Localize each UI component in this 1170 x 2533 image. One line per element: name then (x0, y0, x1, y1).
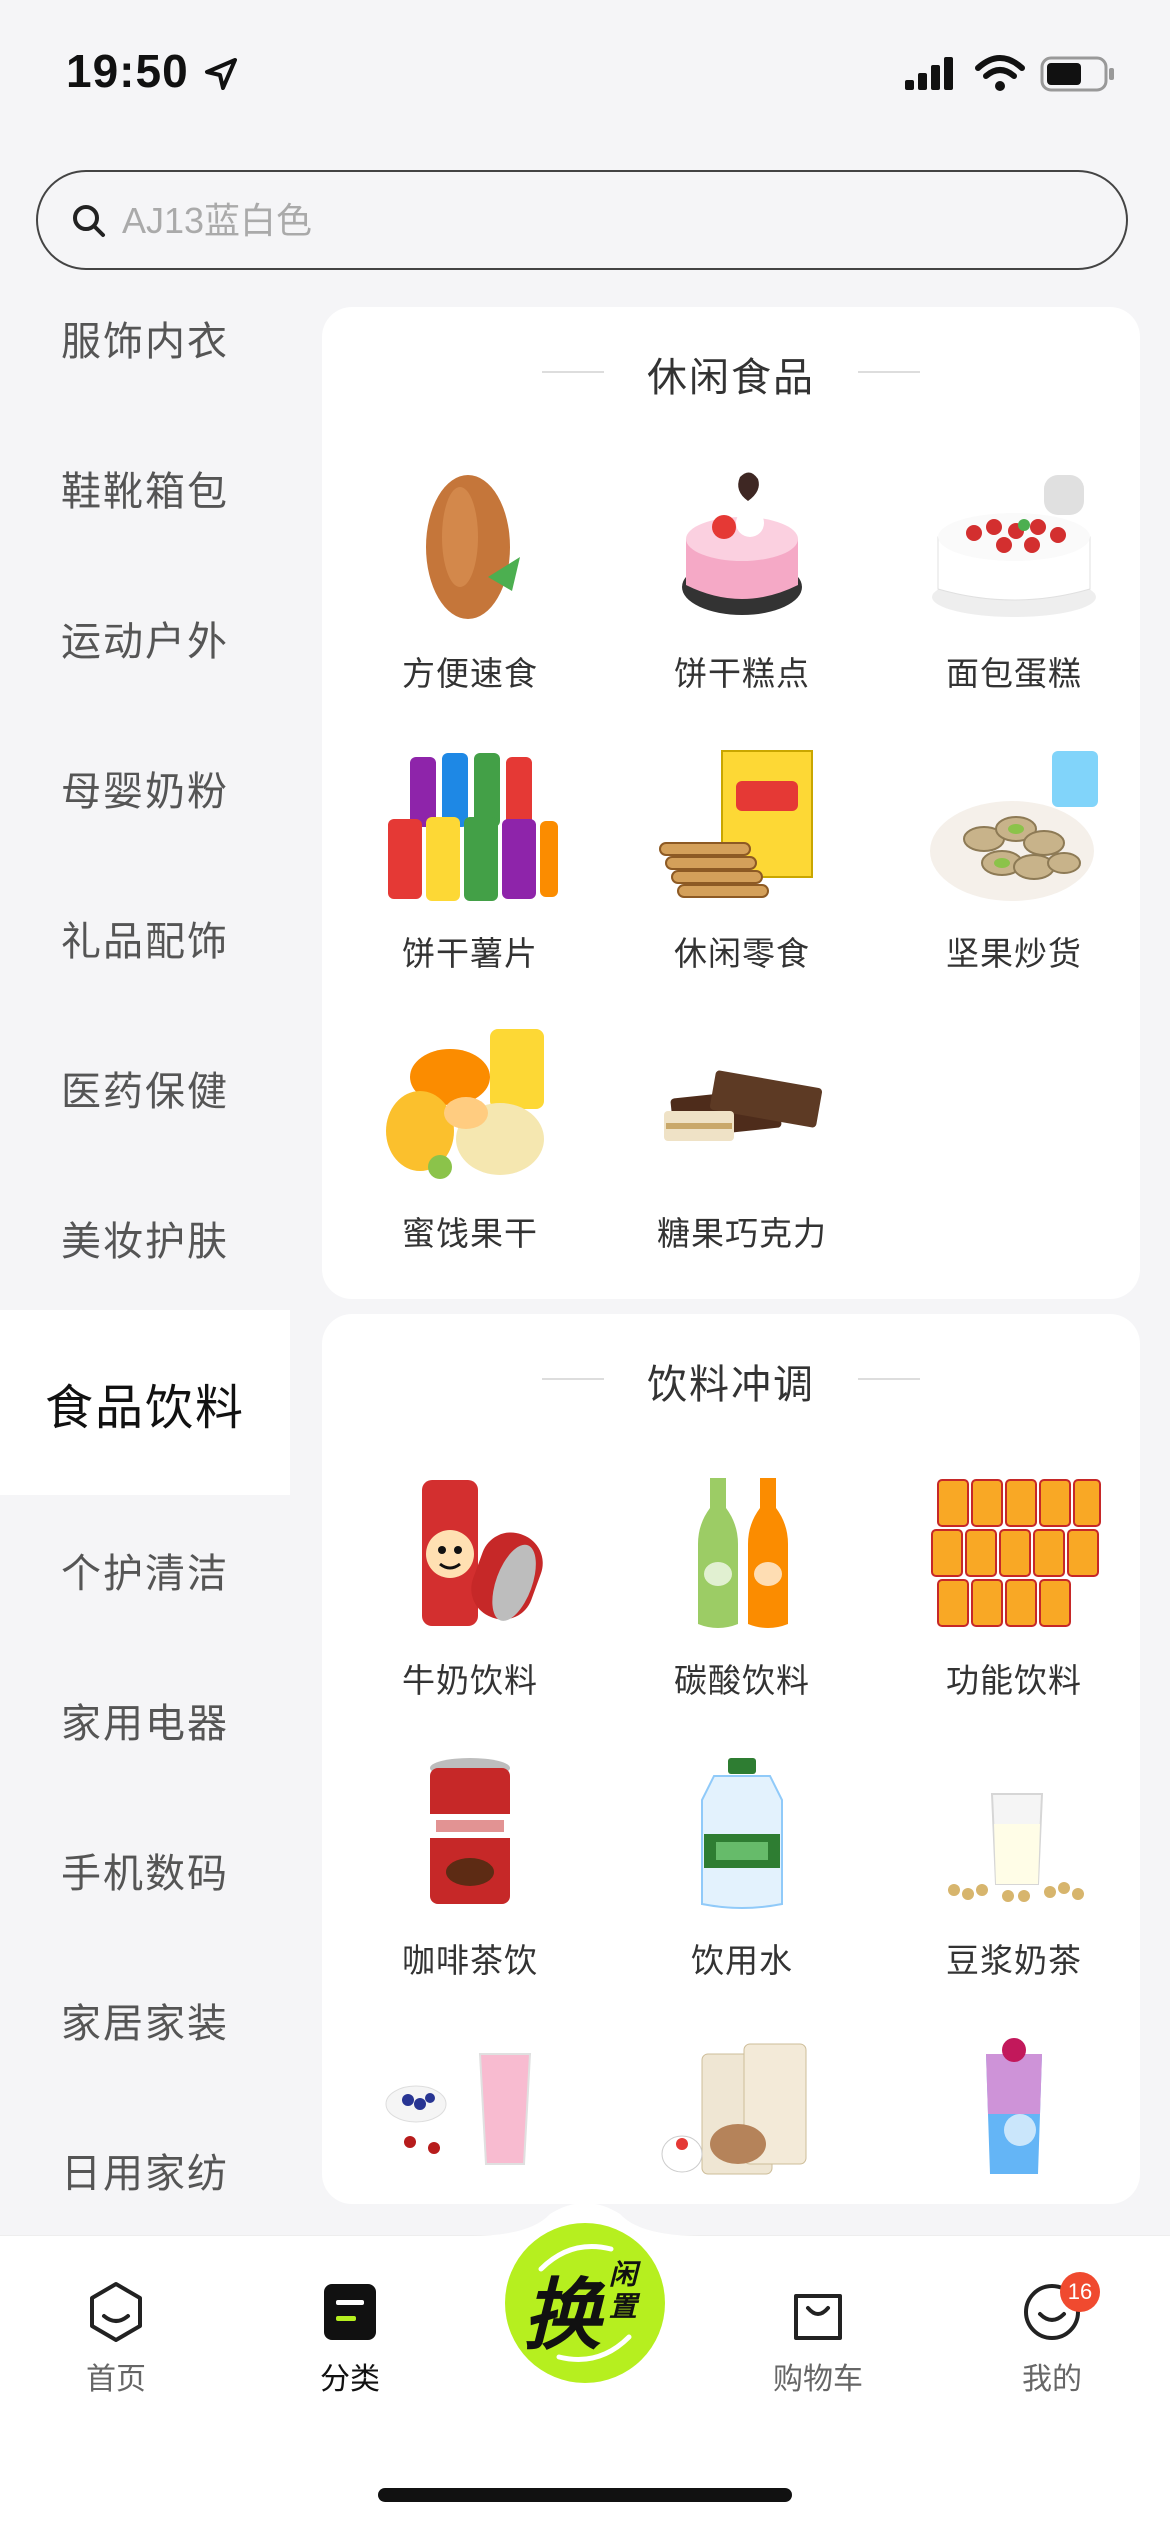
sidebar-item-shoes-bags[interactable]: 鞋靴箱包 (0, 413, 290, 563)
swap-main-label: 换 (523, 2271, 602, 2359)
subcategory-label: 咖啡茶饮 (402, 1942, 538, 1979)
blue-drink-image (986, 2038, 1042, 2174)
tab-cart[interactable]: 购物车 (728, 2270, 908, 2410)
subcategory-item[interactable]: 饼干糕点 (622, 467, 842, 717)
tab-label: 购物车 (773, 2363, 863, 2396)
subcategory-item[interactable]: 坚果炒货 (894, 747, 1114, 997)
almond-image (426, 475, 520, 619)
section-title: 饮料冲调 (647, 1363, 815, 1407)
search-bar[interactable] (36, 170, 1128, 270)
section-title: 休闲食品 (647, 356, 815, 400)
subcategory-item[interactable]: 功能饮料 (894, 1474, 1114, 1724)
swap-idle-button[interactable]: 换 闲置 (505, 2223, 665, 2383)
strawberry-cake-image (932, 475, 1096, 617)
sidebar-item-personal-care[interactable]: 个护清洁 (0, 1495, 290, 1645)
subcategory-label: 面包蛋糕 (946, 655, 1082, 692)
subcategory-label: 休闲零食 (674, 935, 810, 972)
subcategory-label: 饼干糕点 (674, 655, 810, 692)
status-bar: 19:50 (0, 0, 1170, 150)
subcategory-item[interactable]: 面包蛋糕 (894, 467, 1114, 717)
subcategory-item[interactable]: 牛奶饮料 (350, 1474, 570, 1724)
subcategory-label: 坚果炒货 (946, 935, 1082, 972)
subcategory-item[interactable]: 饮用水 (622, 1754, 842, 2004)
title-divider-right (858, 1378, 920, 1380)
sidebar-item-phones-digital[interactable]: 手机数码 (0, 1795, 290, 1945)
subcategory-label: 功能饮料 (946, 1662, 1082, 1699)
category-sidebar: 服饰内衣 鞋靴箱包 运动户外 母婴奶粉 礼品配饰 医药保健 美妆护肤 食品饮料 … (0, 285, 290, 2205)
battery-icon (1040, 56, 1114, 92)
subcategory-label: 豆浆奶茶 (946, 1942, 1082, 1979)
tab-label: 我的 (1022, 2363, 1082, 2396)
sidebar-item-food-drinks[interactable]: 食品饮料 (0, 1310, 290, 1495)
sidebar-item-home-decor[interactable]: 家居家装 (0, 1945, 290, 2095)
water-jug-image (701, 1758, 783, 1909)
subcategory-label: 碳酸饮料 (674, 1662, 810, 1699)
shopping-bag-icon (794, 2294, 842, 2340)
subcategory-label: 牛奶饮料 (402, 1662, 538, 1699)
tab-category[interactable]: 分类 (260, 2270, 440, 2410)
subcategory-item[interactable]: 糖果巧克力 (622, 1027, 842, 1277)
sidebar-item-appliances[interactable]: 家用电器 (0, 1645, 290, 1795)
sidebar-item-sports-outdoor[interactable]: 运动户外 (0, 563, 290, 713)
wifi-icon (975, 55, 1025, 91)
subcategory-item[interactable]: 碳酸饮料 (622, 1474, 842, 1724)
subcategory-item[interactable]: 豆浆奶茶 (894, 1754, 1114, 2004)
status-time: 19:50 (66, 45, 189, 97)
subcategory-label: 饮用水 (691, 1942, 793, 1979)
sidebar-item-baby-formula[interactable]: 母婴奶粉 (0, 713, 290, 863)
section-card-beverages: 饮料冲调 牛奶饮料 碳酸饮料 功能饮料 咖啡茶饮 饮用水 豆浆奶茶 (322, 1314, 1140, 2204)
subcategory-item[interactable]: 饼干薯片 (350, 747, 570, 997)
chips-image (388, 753, 558, 901)
title-divider-right (858, 371, 920, 373)
category-icon (324, 2284, 376, 2340)
pistachio-image (930, 751, 1098, 901)
sidebar-item-health[interactable]: 医药保健 (0, 1013, 290, 1163)
subcategory-label: 蜜饯果干 (402, 1215, 538, 1252)
pink-cake-image (682, 472, 802, 615)
section-card-snacks: 休闲食品 方便速食 饼干糕点 面包蛋糕 饼干薯片 休闲零食 坚果炒货 蜜饯果干 … (322, 307, 1140, 1299)
notification-badge: 16 (1060, 2272, 1100, 2312)
cereal-bag-image (661, 2043, 807, 2175)
tab-label: 分类 (320, 2363, 380, 2396)
energy-drink-image (931, 1479, 1101, 1627)
subcategory-label: 方便速食 (402, 655, 538, 692)
sidebar-item-apparel[interactable]: 服饰内衣 (0, 263, 290, 413)
subcategory-label: 饼干薯片 (402, 935, 538, 972)
location-arrow-icon (205, 58, 237, 90)
home-indicator (378, 2488, 792, 2502)
sidebar-item-home-textiles[interactable]: 日用家纺 (0, 2095, 290, 2245)
berry-smoothie-image (385, 2053, 532, 2165)
subcategory-label: 糖果巧克力 (657, 1215, 827, 1252)
milk-drink-can-image (422, 1480, 543, 1626)
tab-label: 首页 (86, 2363, 146, 2396)
sidebar-item-beauty[interactable]: 美妆护肤 (0, 1163, 290, 1313)
coffee-can-image (430, 1758, 510, 1904)
subcategory-item[interactable]: 方便速食 (350, 467, 570, 717)
search-icon (73, 205, 105, 237)
subcategory-item[interactable]: 休闲零食 (622, 747, 842, 997)
subcategory-item[interactable]: 蜜饯果干 (350, 1027, 570, 1277)
sidebar-item-gifts-accessories[interactable]: 礼品配饰 (0, 863, 290, 1013)
search-input[interactable] (120, 188, 1084, 254)
rolls-snack-image (659, 750, 813, 898)
soda-bottle-image (698, 1478, 788, 1628)
home-hexagon-icon (90, 2282, 142, 2342)
chocolate-image (664, 1070, 823, 1141)
subcategory-item[interactable]: 咖啡茶饮 (350, 1754, 570, 2004)
tab-profile[interactable]: 我的 (962, 2270, 1142, 2410)
tab-home[interactable]: 首页 (26, 2270, 206, 2410)
swap-sub-label: 闲置 (609, 2259, 638, 2322)
dried-fruit-image (386, 1029, 544, 1179)
cellular-signal-icon (905, 57, 953, 90)
soy-milk-image (948, 1793, 1084, 1902)
